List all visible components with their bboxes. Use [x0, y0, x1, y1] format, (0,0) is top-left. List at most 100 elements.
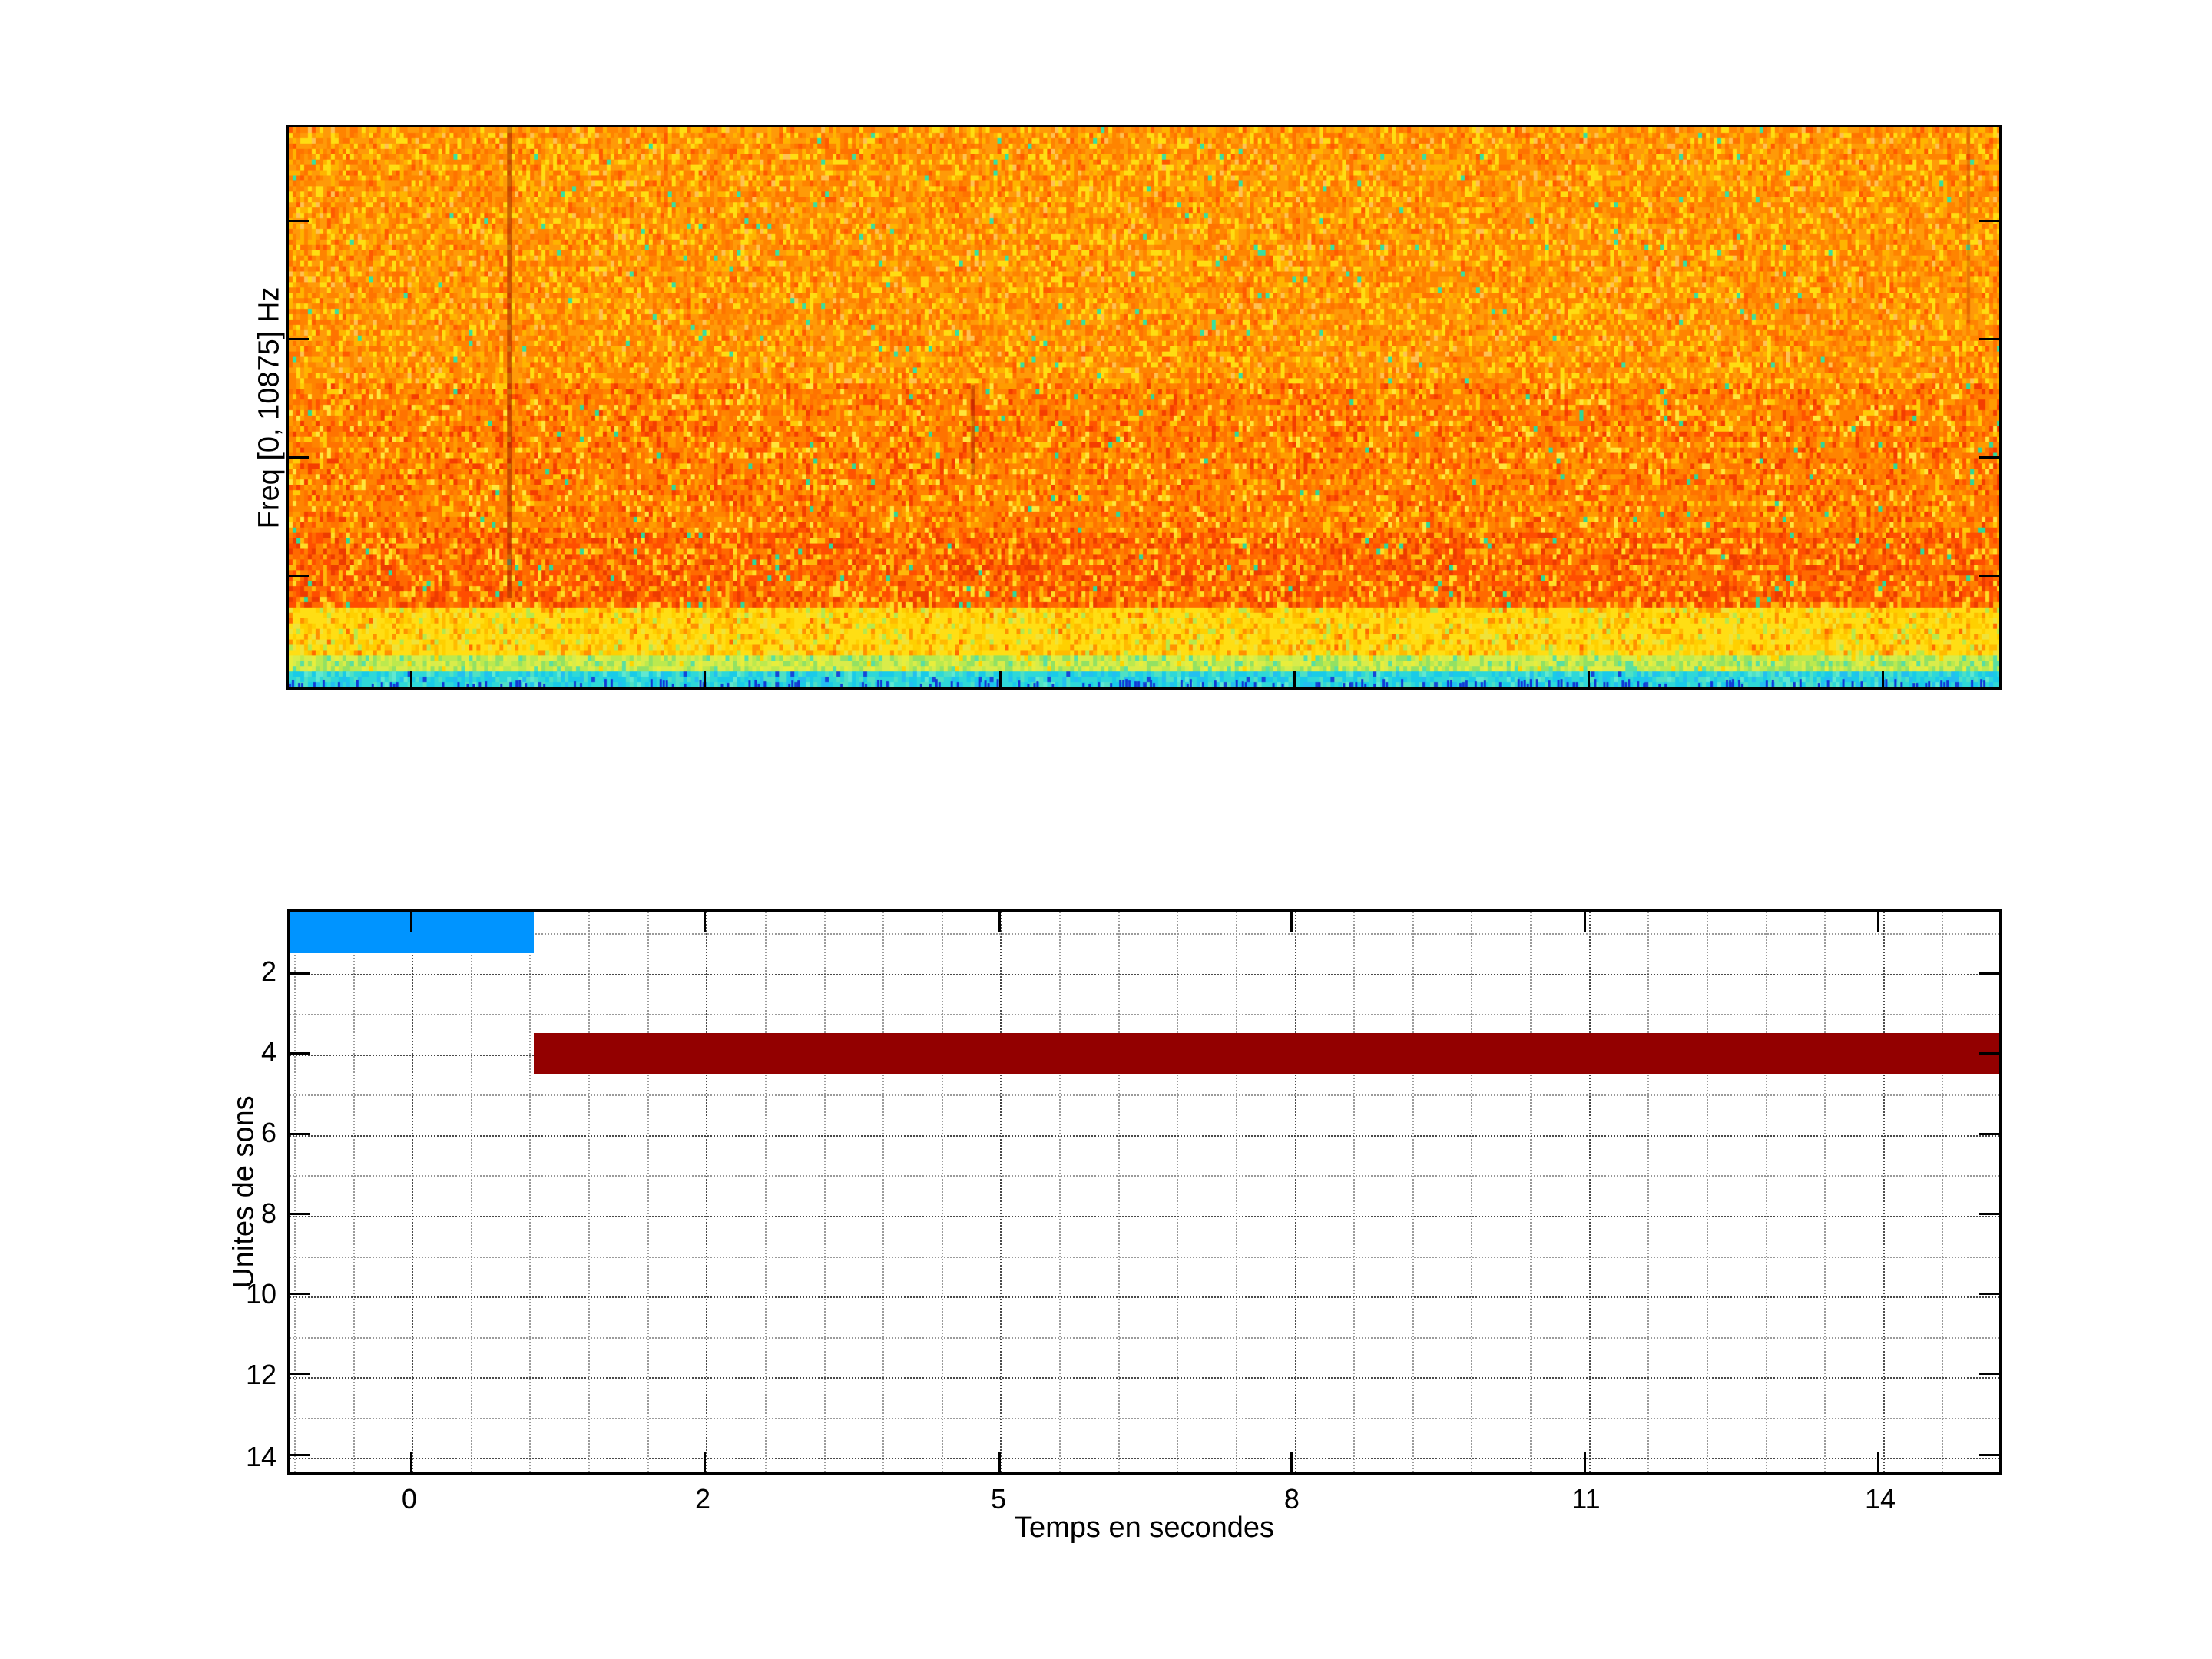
activation-top-tick	[1290, 912, 1293, 932]
vertical-gridline	[1942, 912, 1944, 1472]
vertical-gridline	[1647, 912, 1650, 1472]
activation-top-tick	[998, 912, 1001, 932]
spectrogram-bottom-tick	[1587, 671, 1590, 687]
horizontal-gridline	[290, 1094, 1999, 1097]
x-tick-label: 11	[1571, 1483, 1601, 1515]
x-tick-label: 5	[991, 1483, 1007, 1515]
activation-right-tick	[1979, 1454, 1999, 1457]
vertical-gridline	[1000, 912, 1002, 1472]
vertical-gridline	[1177, 912, 1179, 1472]
vertical-gridline	[588, 912, 591, 1472]
activation-left-tick	[290, 1454, 310, 1457]
figure-window: { "spectrogram": { "ylabel": "Freq [0, 1…	[0, 0, 2212, 1659]
y-tick-label: 14	[245, 1441, 276, 1473]
spectrogram-bottom-tick	[409, 671, 412, 687]
spectrogram-bottom-tick	[1293, 671, 1296, 687]
activation-left-tick	[290, 1132, 310, 1135]
x-tick-label: 8	[1283, 1483, 1300, 1515]
activation-bottom-tick	[1584, 1452, 1587, 1472]
vertical-gridline	[1235, 912, 1237, 1472]
horizontal-gridline	[290, 1175, 1999, 1177]
spectrogram-right-tick	[1979, 337, 1999, 340]
spectrogram-right-tick	[1979, 456, 1999, 459]
horizontal-gridline	[290, 1336, 1999, 1339]
spectrogram-bottom-tick	[1881, 671, 1884, 687]
activation-bottom-tick	[410, 1452, 413, 1472]
horizontal-gridline	[290, 1256, 1999, 1258]
spectrogram-left-tick	[289, 219, 309, 222]
horizontal-gridline	[290, 1296, 1999, 1299]
x-tick-label: 2	[695, 1483, 711, 1515]
activation-left-tick	[290, 1052, 310, 1055]
y-tick-label: 8	[260, 1197, 276, 1229]
vertical-gridline	[1118, 912, 1120, 1472]
activation-plot-area	[290, 912, 1999, 1472]
horizontal-gridline	[290, 1458, 1999, 1460]
vertical-gridline	[1530, 912, 1532, 1472]
activation-top-tick	[410, 912, 413, 932]
spectrogram-y-axis-label: Freq [0, 10875] Hz	[253, 286, 286, 528]
spectrogram-right-tick	[1979, 575, 1999, 577]
activation-bottom-tick	[1877, 1452, 1880, 1472]
vertical-gridline	[529, 912, 531, 1472]
vertical-gridline	[1588, 912, 1591, 1472]
horizontal-gridline	[290, 1417, 1999, 1419]
horizontal-gridline	[290, 1215, 1999, 1217]
vertical-gridline	[1824, 912, 1826, 1472]
vertical-gridline	[1765, 912, 1767, 1472]
activation-bottom-tick	[998, 1452, 1001, 1472]
spectrogram-left-tick	[289, 575, 309, 577]
activation-right-tick	[1979, 1373, 1999, 1376]
vertical-gridline	[412, 912, 414, 1472]
activation-bottom-tick	[703, 1452, 706, 1472]
spectrogram-left-tick	[289, 456, 309, 459]
activation-right-tick	[1979, 1132, 1999, 1135]
spectrogram-left-tick	[289, 337, 309, 340]
horizontal-gridline	[290, 973, 1999, 975]
vertical-gridline	[941, 912, 943, 1472]
activation-left-tick	[290, 972, 310, 975]
y-tick-label: 10	[245, 1277, 276, 1310]
horizontal-gridline	[290, 1014, 1999, 1016]
spectrogram-plot-area	[289, 127, 1999, 687]
activation-left-tick	[290, 1373, 310, 1376]
vertical-gridline	[706, 912, 708, 1472]
vertical-gridline	[470, 912, 472, 1472]
vertical-gridline	[764, 912, 767, 1472]
vertical-gridline	[294, 912, 296, 1472]
activation-right-tick	[1979, 972, 1999, 975]
y-tick-label: 6	[260, 1117, 276, 1148]
x-tick-label: 14	[1864, 1483, 1896, 1515]
activation-right-tick	[1979, 1052, 1999, 1055]
spectrogram-image	[289, 127, 1999, 687]
horizontal-gridline	[290, 933, 1999, 935]
vertical-gridline	[1883, 912, 1885, 1472]
activation-top-tick	[703, 912, 706, 932]
activation-right-tick	[1979, 1212, 1999, 1215]
y-tick-label: 12	[245, 1359, 276, 1391]
y-tick-label: 4	[260, 1035, 276, 1068]
activation-x-axis-label: Temps en secondes	[1015, 1512, 1274, 1544]
vertical-gridline	[1412, 912, 1414, 1472]
vertical-gridline	[1294, 912, 1296, 1472]
vertical-gridline	[1706, 912, 1708, 1472]
vertical-gridline	[1353, 912, 1356, 1472]
horizontal-gridline	[290, 1134, 1999, 1137]
horizontal-gridline	[290, 1377, 1999, 1379]
spectrogram-right-tick	[1979, 219, 1999, 222]
vertical-gridline	[823, 912, 826, 1472]
activation-top-tick	[1877, 912, 1880, 932]
activation-top-tick	[1584, 912, 1587, 932]
vertical-gridline	[882, 912, 885, 1472]
spectrogram-bottom-tick	[704, 671, 707, 687]
vertical-gridline	[1471, 912, 1473, 1472]
activation-right-tick	[1979, 1292, 1999, 1295]
vertical-gridline	[1059, 912, 1061, 1472]
activation-bottom-tick	[1290, 1452, 1293, 1472]
spectrogram-bottom-tick	[999, 671, 1002, 687]
activation-bar-unit-4	[534, 1032, 1999, 1075]
activation-left-tick	[290, 1212, 310, 1215]
spectrogram-plot	[286, 125, 2002, 690]
vertical-gridline	[353, 912, 355, 1472]
x-tick-label: 0	[401, 1483, 417, 1515]
